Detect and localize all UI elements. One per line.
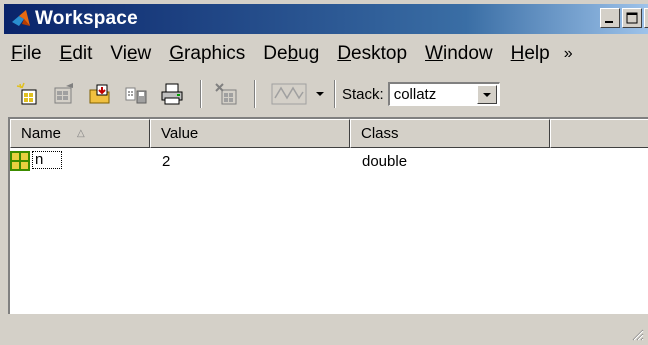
stack-select[interactable]: collatz: [387, 82, 500, 106]
open-variable-icon: [54, 83, 73, 104]
status-bar: [0, 314, 648, 345]
delete-button[interactable]: [212, 80, 240, 108]
column-header-class[interactable]: Class: [350, 119, 550, 148]
menu-file[interactable]: File: [0, 43, 50, 65]
menu-edit-accel: E: [59, 43, 73, 64]
toolbar-separator: [254, 80, 256, 108]
menu-view-accel: e: [126, 43, 138, 64]
new-variable-button[interactable]: [14, 80, 42, 108]
menu-view-pre: Vi: [110, 43, 127, 64]
menu-debug-accel: b: [287, 43, 299, 64]
menu-window-label: indow: [442, 43, 493, 64]
menu-edit[interactable]: Edit: [50, 43, 101, 65]
menu-file-label: ile: [22, 43, 42, 64]
new-variable-icon: [16, 82, 37, 105]
close-button[interactable]: [644, 8, 648, 28]
variable-class: double: [362, 153, 408, 170]
menu-debug-pre: De: [263, 43, 288, 64]
variable-value: 2: [162, 153, 171, 170]
table-header: Name △ Value Class: [10, 119, 648, 148]
stack-dropdown-button[interactable]: [476, 85, 497, 104]
column-header-name[interactable]: Name △: [10, 119, 150, 148]
plot-selection-button[interactable]: [266, 80, 312, 108]
save-icon: [125, 87, 147, 104]
column-header-value[interactable]: Value: [150, 119, 350, 148]
print-icon: [161, 83, 183, 105]
menu-bar: File Edit View Graphics Debug Desktop Wi…: [0, 38, 648, 70]
maximize-button[interactable]: [622, 8, 642, 28]
plot-icon: [271, 83, 307, 105]
menu-file-accel: F: [11, 43, 23, 64]
menu-edit-label: dit: [72, 43, 93, 64]
chevron-down-icon: [482, 92, 491, 97]
sort-ascending-icon: △: [77, 128, 85, 139]
menu-help[interactable]: Help: [501, 43, 558, 65]
toolbar: Stack: collatz: [0, 72, 648, 116]
column-header-name-label: Name: [21, 125, 62, 142]
menu-help-label: elp: [524, 43, 550, 64]
menu-help-accel: H: [510, 43, 525, 64]
menu-debug[interactable]: Debug: [253, 43, 327, 65]
stack-value: collatz: [393, 86, 437, 103]
print-button[interactable]: [158, 80, 186, 108]
table-row[interactable]: n 2 double: [10, 151, 648, 173]
save-button[interactable]: [122, 80, 150, 108]
menu-window[interactable]: Window: [415, 43, 501, 65]
column-header-value-label: Value: [161, 125, 199, 142]
minimize-button[interactable]: [600, 8, 620, 28]
open-variable-button[interactable]: [50, 80, 78, 108]
toolbar-separator: [200, 80, 202, 108]
title-bar[interactable]: Workspace: [4, 4, 648, 34]
import-data-icon: [89, 84, 110, 104]
menu-desktop[interactable]: Desktop: [327, 43, 415, 65]
menu-desktop-label: esktop: [351, 43, 408, 64]
matrix-icon: [10, 151, 30, 171]
menu-debug-label: ug: [298, 43, 320, 64]
menu-graphics-label: raphics: [184, 43, 246, 64]
toolbar-separator: [334, 80, 336, 108]
stack-label: Stack:: [342, 85, 384, 103]
workspace-window: Workspace File Edit View Graphics Debug …: [0, 0, 648, 345]
matlab-logo-icon: [12, 10, 30, 26]
menu-desktop-accel: D: [337, 43, 352, 64]
resize-grip-icon[interactable]: [630, 327, 644, 341]
window-controls: [600, 8, 648, 28]
delete-icon: [215, 83, 237, 105]
dropdown-arrow-icon: [316, 92, 324, 96]
workspace-table: Name △ Value Class n 2 double: [8, 117, 648, 314]
variable-name[interactable]: n: [32, 151, 62, 169]
menu-overflow-chevron[interactable]: »: [558, 45, 573, 63]
menu-graphics[interactable]: Graphics: [159, 43, 253, 65]
menu-window-accel: W: [425, 43, 443, 64]
column-header-empty: [550, 119, 648, 148]
maximize-icon: [626, 12, 638, 24]
menu-view-label: w: [137, 43, 152, 64]
column-header-class-label: Class: [361, 125, 399, 142]
plot-dropdown-button[interactable]: [312, 80, 328, 108]
menu-graphics-accel: G: [169, 43, 185, 64]
minimize-icon: [605, 21, 613, 23]
window-title: Workspace: [35, 8, 138, 29]
menu-view[interactable]: View: [100, 43, 159, 65]
import-data-button[interactable]: [86, 80, 114, 108]
